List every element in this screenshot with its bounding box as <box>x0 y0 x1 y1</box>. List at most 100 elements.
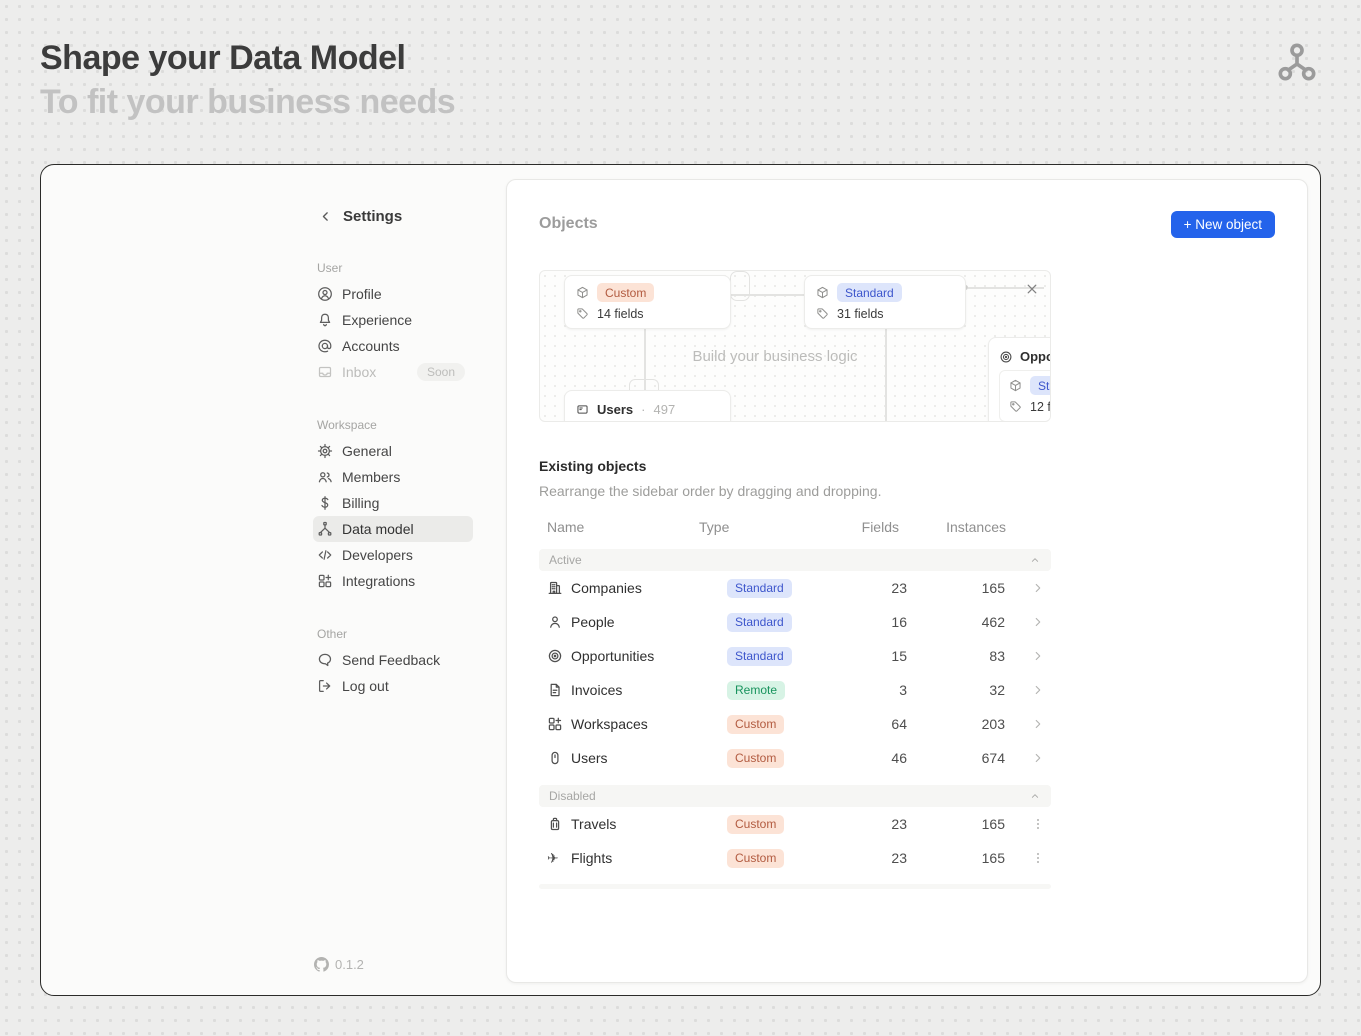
chevron-up-icon <box>1029 554 1041 566</box>
fields-count: 31 fields <box>837 307 884 321</box>
plane-icon: ✈ <box>547 851 559 865</box>
type-badge: Standard <box>727 647 792 666</box>
section-bar-disabled[interactable]: Disabled <box>539 785 1051 807</box>
chevron-right-icon <box>1031 649 1045 663</box>
sidebar-item-profile[interactable]: Profile <box>313 281 473 307</box>
sidebar-item-data-model[interactable]: Data model <box>313 516 473 542</box>
tag-icon <box>1009 400 1022 413</box>
fields-count: 46 <box>847 750 907 766</box>
instances-count: 83 <box>907 648 1005 664</box>
app-version: 0.1.2 <box>314 957 364 972</box>
chevron-right-icon <box>1031 683 1045 697</box>
sidebar-item-send-feedback[interactable]: Send Feedback <box>313 647 473 673</box>
sidebar-item-label: Inbox <box>342 364 376 380</box>
banner-caption: Build your business logic <box>640 348 910 365</box>
row-open-button[interactable] <box>1005 615 1051 629</box>
sidebar-item-general[interactable]: General <box>313 438 473 464</box>
type-badge: Remote <box>727 681 785 700</box>
instance-count: 497 <box>653 402 675 417</box>
sidebar-item-label: Send Feedback <box>342 652 440 668</box>
sidebar-section-workspace: Workspace General Members Billing Data m… <box>313 418 473 594</box>
sidebar-item-integrations[interactable]: Integrations <box>313 568 473 594</box>
type-badge: Custom <box>727 849 784 868</box>
existing-objects-subheading: Rearrange the sidebar order by dragging … <box>539 483 1275 499</box>
chevron-right-icon <box>1031 581 1045 595</box>
mouse-icon <box>547 750 563 766</box>
row-menu-button[interactable] <box>1005 851 1051 865</box>
target-icon <box>547 648 563 664</box>
tag-icon <box>816 307 829 320</box>
dot-separator: · <box>641 402 645 417</box>
row-open-button[interactable] <box>1005 649 1051 663</box>
building-icon <box>547 580 563 596</box>
user-circle-icon <box>317 286 333 302</box>
row-open-button[interactable] <box>1005 717 1051 731</box>
instances-count: 462 <box>907 614 1005 630</box>
fields-count: 12 fields <box>1030 400 1051 414</box>
type-badge: Custom <box>597 283 654 302</box>
row-open-button[interactable] <box>1005 581 1051 595</box>
fields-count: 23 <box>847 816 907 832</box>
banner-card-users[interactable]: Users · 497 <box>564 390 731 422</box>
object-name: Users <box>571 750 727 766</box>
sidebar-item-label: Developers <box>342 547 413 563</box>
invoice-icon <box>547 682 563 698</box>
sidebar-item-log-out[interactable]: Log out <box>313 673 473 699</box>
sidebar-item-billing[interactable]: Billing <box>313 490 473 516</box>
object-name: Flights <box>571 850 727 866</box>
object-name: Workspaces <box>571 716 727 732</box>
sidebar-item-label: General <box>342 443 392 459</box>
object-name: People <box>571 614 727 630</box>
object-name: Opportunities <box>571 648 727 664</box>
sidebar-item-members[interactable]: Members <box>313 464 473 490</box>
close-icon[interactable] <box>1024 281 1040 297</box>
object-name: Companies <box>571 580 727 596</box>
sidebar-item-label: Data model <box>342 521 414 537</box>
cube-icon <box>576 286 589 299</box>
log-out-icon <box>317 678 333 694</box>
table-row-people[interactable]: People Standard 16 462 <box>539 605 1051 639</box>
sidebar-item-label: Log out <box>342 678 389 694</box>
settings-back-button[interactable]: Settings <box>319 208 473 225</box>
table-row-invoices[interactable]: Invoices Remote 3 32 <box>539 673 1051 707</box>
banner-card-opportunities[interactable]: Opportunities Standard 12 fields <box>988 337 1051 422</box>
objects-panel: Objects + New object Custom 14 fields <box>506 179 1308 983</box>
fields-count: 64 <box>847 716 907 732</box>
settings-sidebar: Settings User Profile Experience Account… <box>313 208 473 699</box>
fields-count: 14 fields <box>597 307 644 321</box>
chevron-left-icon <box>319 210 332 223</box>
sidebar-item-developers[interactable]: Developers <box>313 542 473 568</box>
sidebar-item-accounts[interactable]: Accounts <box>313 333 473 359</box>
table-row-workspaces[interactable]: Workspaces Custom 64 203 <box>539 707 1051 741</box>
settings-window: Settings User Profile Experience Account… <box>40 164 1321 996</box>
object-name: Invoices <box>571 682 727 698</box>
section-bar-active[interactable]: Active <box>539 549 1051 571</box>
github-icon <box>314 957 329 972</box>
type-badge: Standard <box>1030 376 1051 395</box>
table-row-users[interactable]: Users Custom 46 674 <box>539 741 1051 775</box>
section-label: Disabled <box>549 789 596 803</box>
row-open-button[interactable] <box>1005 683 1051 697</box>
table-end-divider <box>539 884 1051 889</box>
column-header-type: Type <box>699 519 839 535</box>
instances-count: 674 <box>907 750 1005 766</box>
new-object-button[interactable]: + New object <box>1171 211 1275 238</box>
sidebar-item-label: Integrations <box>342 573 415 589</box>
sidebar-item-label: Profile <box>342 286 382 302</box>
table-row-opportunities[interactable]: Opportunities Standard 15 83 <box>539 639 1051 673</box>
row-open-button[interactable] <box>1005 751 1051 765</box>
sidebar-item-experience[interactable]: Experience <box>313 307 473 333</box>
code-icon <box>317 547 333 563</box>
table-row-flights[interactable]: ✈ Flights Custom 23 165 <box>539 841 1051 875</box>
instances-count: 165 <box>907 850 1005 866</box>
table-row-travels[interactable]: Travels Custom 23 165 <box>539 807 1051 841</box>
banner-card-standard[interactable]: Standard 31 fields <box>804 275 966 329</box>
banner-card-custom[interactable]: Custom 14 fields <box>564 275 731 329</box>
objects-table: Name Type Fields Instances Active Compan… <box>539 515 1051 889</box>
type-badge: Standard <box>837 283 902 302</box>
bell-icon <box>317 312 333 328</box>
table-row-companies[interactable]: Companies Standard 23 165 <box>539 571 1051 605</box>
row-menu-button[interactable] <box>1005 817 1051 831</box>
instances-count: 165 <box>907 816 1005 832</box>
sidebar-item-label: Experience <box>342 312 412 328</box>
